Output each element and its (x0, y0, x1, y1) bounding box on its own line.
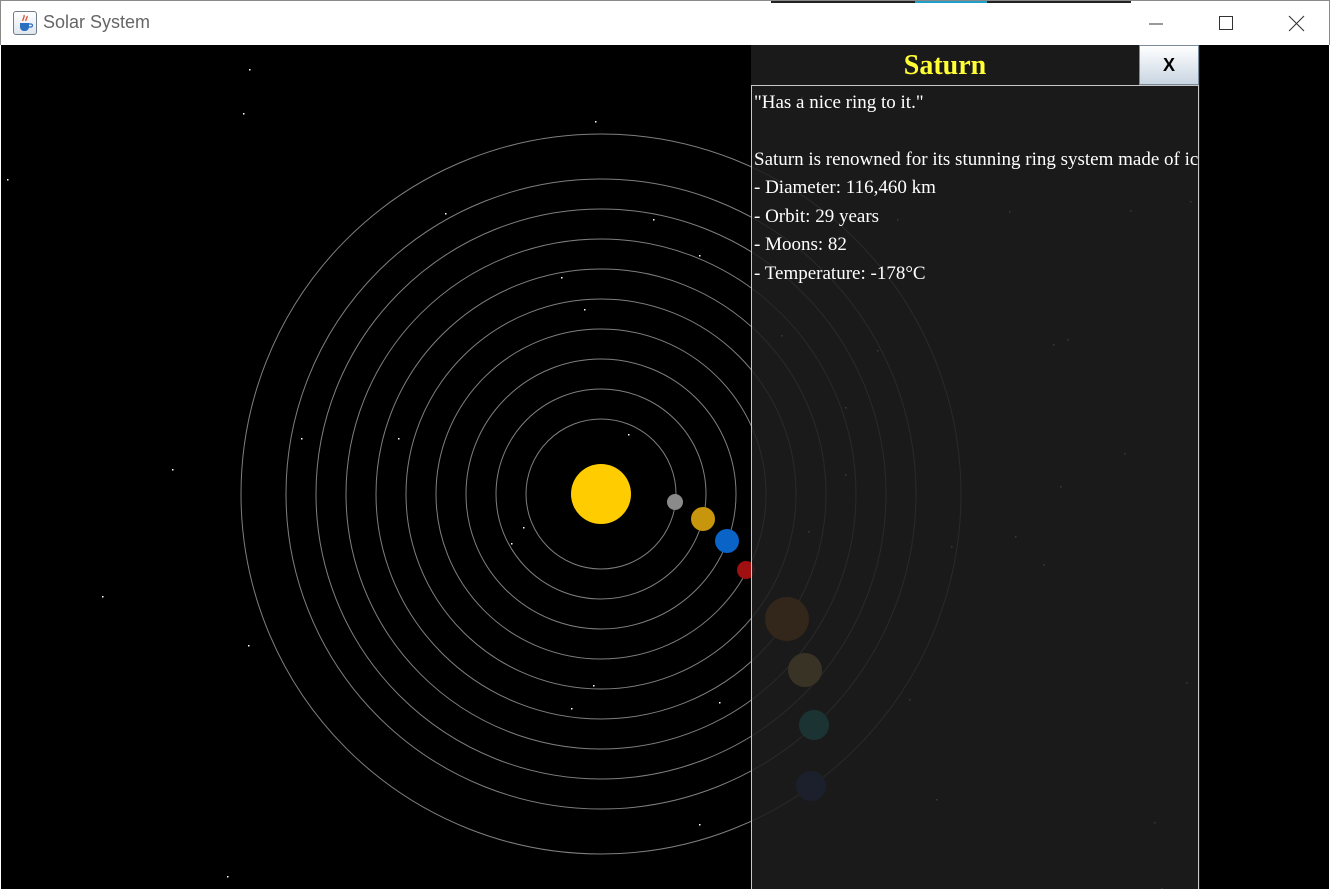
window-title: Solar System (43, 12, 151, 32)
sun[interactable] (571, 464, 631, 524)
planet-venus[interactable] (691, 507, 715, 531)
star (249, 69, 251, 71)
solar-system-canvas[interactable]: Saturn X "Has a nice ring to it." Saturn… (1, 45, 1329, 889)
java-cup-icon (13, 11, 37, 35)
maximize-button[interactable] (1191, 1, 1261, 46)
planet-moons: - Moons: 82 (754, 234, 847, 255)
star (248, 645, 250, 647)
planet-description: Saturn is renowned for its stunning ring… (754, 149, 1199, 170)
star (595, 121, 597, 123)
star (445, 213, 447, 215)
star (398, 438, 400, 440)
info-panel-header: Saturn X (751, 45, 1200, 85)
star (593, 685, 595, 687)
star (719, 702, 721, 704)
taskbar-accent (915, 1, 987, 3)
minimize-button[interactable] (1121, 1, 1191, 46)
star (523, 527, 525, 529)
star (227, 876, 229, 878)
close-panel-button[interactable]: X (1139, 45, 1199, 85)
star (699, 255, 701, 257)
star (7, 179, 9, 181)
minimize-icon (1149, 23, 1163, 25)
planet-name-title: Saturn (903, 50, 987, 81)
star (511, 543, 513, 545)
planet-earth[interactable] (715, 529, 739, 553)
star (172, 469, 174, 471)
planet-orbit: - Orbit: 29 years (754, 206, 880, 227)
window-titlebar[interactable]: Solar System (0, 0, 1330, 45)
planet-description-area[interactable]: "Has a nice ring to it." Saturn is renow… (751, 85, 1199, 889)
star (102, 596, 104, 598)
planet-diameter: - Diameter: 116,460 km (754, 177, 936, 198)
star (584, 309, 586, 311)
star (571, 708, 573, 710)
star (653, 219, 655, 221)
star (699, 824, 701, 826)
close-icon (1288, 15, 1305, 32)
planet-temperature: - Temperature: -178°C (754, 263, 926, 284)
star (301, 438, 303, 440)
maximize-icon (1219, 16, 1233, 30)
planet-info-panel: Saturn X "Has a nice ring to it." Saturn… (751, 45, 1200, 889)
planet-mercury[interactable] (667, 494, 683, 510)
planet-quote: "Has a nice ring to it." (754, 92, 924, 113)
star (561, 277, 563, 279)
close-window-button[interactable] (1261, 1, 1330, 46)
star (628, 434, 630, 436)
star (243, 113, 245, 115)
